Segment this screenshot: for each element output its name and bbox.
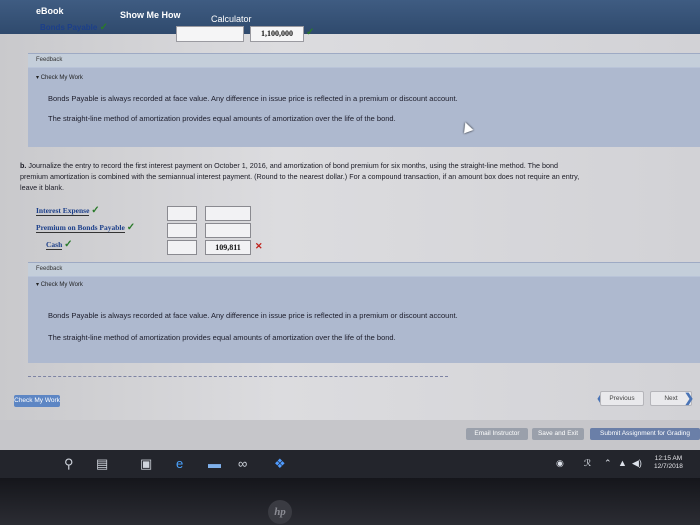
network-icon[interactable]: ▲ [618, 458, 627, 468]
check-my-work-toggle[interactable]: ▾ Check My Work [36, 74, 83, 81]
check-my-work-toggle[interactable]: ▾ Check My Work [36, 281, 83, 288]
prev-account-label: Bonds Payable ✓ [40, 22, 108, 33]
calculator-link[interactable]: Calculator [211, 14, 252, 24]
volume-icon[interactable]: ◀) [632, 458, 642, 469]
taskbar: ⚲ ▤ ▣ e ▬ ∞ ❖ ◉ ℛ ⌃ ▲ ◀) [0, 450, 700, 478]
search-icon[interactable]: ⚲ [64, 456, 74, 472]
browser-screen: eBook Show Me How Calculator Bonds Payab… [0, 0, 700, 450]
feedback-panel: Feedback ▾ Check My Work Bonds Payable i… [28, 262, 700, 363]
chevron-up-icon[interactable]: ⌃ [604, 458, 612, 469]
check-icon: ✓ [91, 205, 100, 216]
hp-logo: hp [268, 500, 292, 524]
app-link-icon[interactable]: ∞ [238, 456, 247, 472]
credit-input-interest-expense[interactable] [205, 206, 251, 221]
check-icon: ✓ [306, 27, 315, 38]
feedback-line: Bonds Payable is always recorded at face… [48, 94, 458, 103]
laptop-bezel [0, 478, 700, 525]
store-icon[interactable]: ▣ [140, 456, 152, 472]
incorrect-x-icon: ✕ [255, 241, 263, 251]
feedback-panel: Feedback ▾ Check My Work Bonds Payable i… [28, 53, 700, 147]
debit-input-interest-expense[interactable] [167, 206, 197, 221]
save-and-exit-button[interactable]: Save and Exit [532, 428, 584, 440]
account-premium-on-bonds-payable[interactable]: Premium on Bonds Payable ✓ [36, 222, 135, 233]
submit-assignment-button[interactable]: Submit Assignment for Grading [590, 428, 700, 440]
feedback-body: ▾ Check My Work Bonds Payable is always … [28, 277, 700, 363]
people-icon[interactable]: ℛ [584, 458, 591, 469]
feedback-header: Feedback [28, 263, 700, 276]
account-cash[interactable]: Cash ✓ [46, 239, 73, 250]
debit-input[interactable] [176, 26, 244, 42]
next-arrow-icon[interactable]: ❯ [684, 391, 694, 405]
edge-icon[interactable]: e [176, 456, 183, 472]
debit-input-cash[interactable] [167, 240, 197, 255]
check-icon: ✓ [99, 22, 108, 33]
cut-off-text-row [28, 370, 448, 377]
show-me-how-link[interactable]: Show Me How [120, 10, 181, 20]
check-icon: ✓ [126, 222, 136, 233]
account-interest-expense[interactable]: Interest Expense ✓ [36, 205, 100, 216]
dropbox-icon[interactable]: ❖ [274, 456, 286, 472]
task-view-icon[interactable]: ▤ [96, 456, 108, 472]
clock[interactable]: 12:15 AM 12/7/2018 [654, 455, 683, 471]
check-icon: ✓ [64, 239, 73, 250]
previous-button[interactable]: Previous [600, 391, 644, 406]
mail-icon[interactable]: ▬ [208, 456, 221, 472]
ebook-link[interactable]: eBook [36, 6, 64, 16]
feedback-header: Feedback [28, 54, 700, 67]
credit-input-cash[interactable]: 109,811 [205, 240, 251, 255]
credit-input-premium[interactable] [205, 223, 251, 238]
feedback-line: The straight-line method of amortization… [48, 114, 396, 123]
credit-input[interactable]: 1,100,000 [250, 26, 304, 42]
feedback-body: ▾ Check My Work Bonds Payable is always … [28, 68, 700, 147]
app-tray-icon[interactable]: ◉ [556, 458, 564, 469]
check-my-work-button[interactable]: Check My Work [14, 395, 60, 407]
email-instructor-button[interactable]: Email Instructor [466, 428, 528, 440]
question-b: b. Journalize the entry to record the fi… [20, 161, 580, 192]
debit-input-premium[interactable] [167, 223, 197, 238]
feedback-line: The straight-line method of amortization… [48, 333, 396, 342]
feedback-line: Bonds Payable is always recorded at face… [48, 311, 458, 320]
